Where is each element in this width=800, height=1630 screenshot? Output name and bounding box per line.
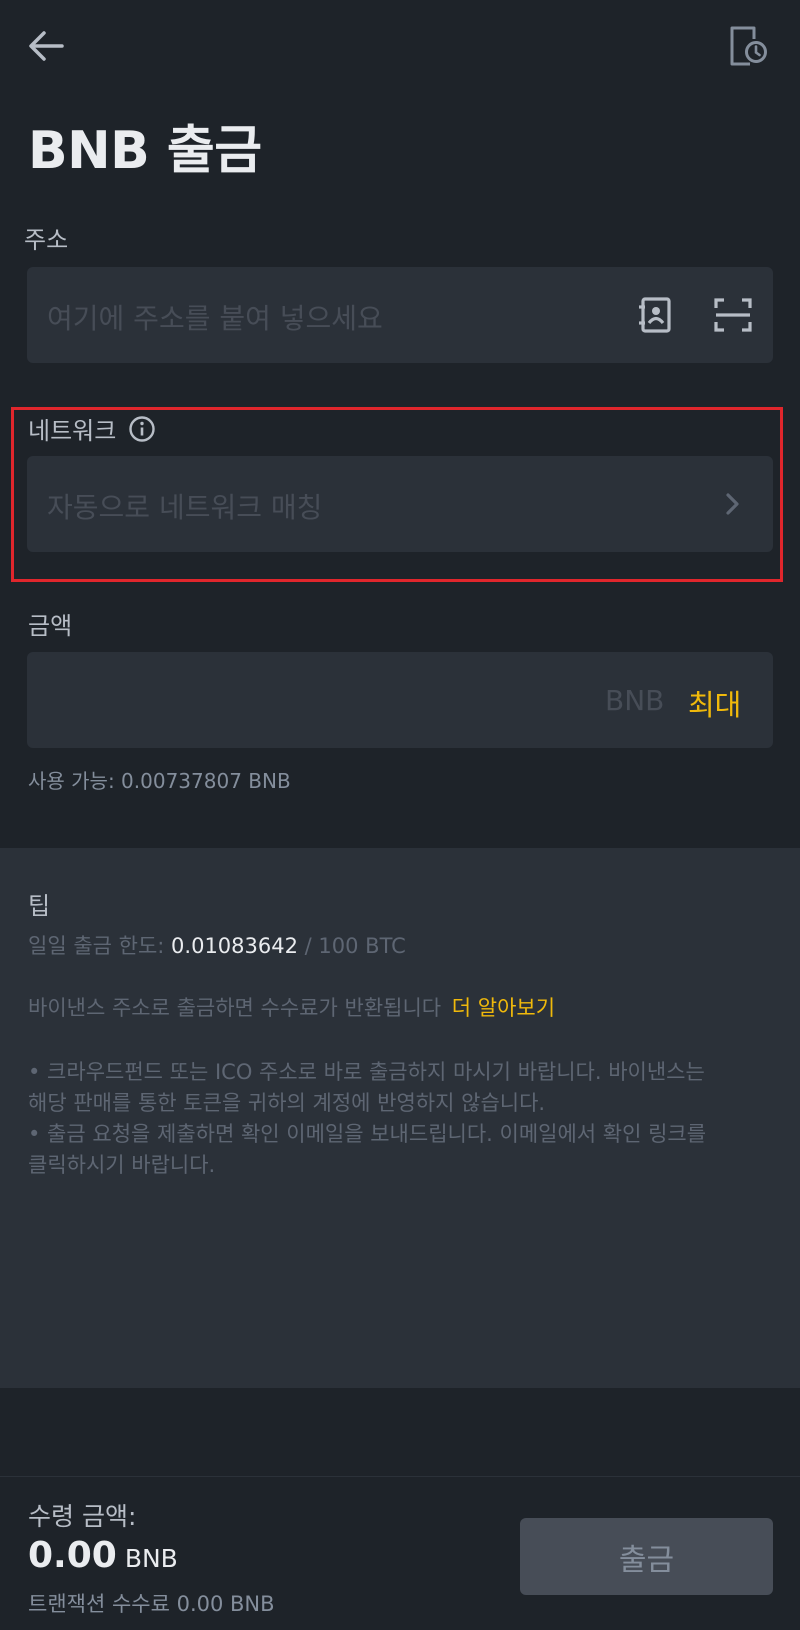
withdraw-button[interactable]: 출금 (520, 1518, 773, 1595)
info-icon (129, 415, 156, 442)
network-info-button[interactable] (128, 415, 156, 443)
available-balance: 사용 가능: 0.00737807 BNB (28, 769, 291, 793)
tip-bullet-1-line-1: • 크라우드펀드 또는 ICO 주소로 바로 출금하지 마시기 바랍니다. 바이… (28, 1060, 705, 1084)
amount-currency: BNB (605, 684, 665, 717)
chevron-right-icon (726, 493, 739, 515)
arrow-left-icon (29, 31, 64, 61)
receive-amount-value: 0.00 (28, 1535, 117, 1576)
receive-amount-currency: BNB (124, 1544, 178, 1573)
tips-panel: 팁 일일 출금 한도: 0.01083642 / 100 BTC 바이낸스 주소… (0, 848, 800, 1388)
scan-qr-button[interactable] (711, 293, 755, 337)
max-button[interactable]: 최대 (688, 682, 741, 724)
tip-bullet-1-line-2: 해당 판매를 통한 토큰을 귀하의 계정에 반영하지 않습니다. (28, 1091, 546, 1115)
amount-input[interactable]: BNB 최대 (27, 652, 773, 748)
network-label: 네트워크 (28, 417, 117, 445)
daily-limit-prefix: 일일 출금 한도: (28, 934, 165, 958)
daily-limit-suffix: / 100 BTC (304, 934, 406, 958)
network-select[interactable]: 자동으로 네트워크 매칭 (27, 456, 773, 552)
scan-icon (714, 298, 752, 332)
address-input[interactable]: 여기에 주소를 붙여 넣으세요 (27, 267, 773, 363)
refund-note: 바이낸스 주소로 출금하면 수수료가 반환됩니다 더 알아보기 (28, 993, 555, 1024)
back-button[interactable] (24, 24, 68, 68)
tips-title: 팁 (28, 892, 51, 920)
address-book-button[interactable] (633, 293, 677, 337)
transaction-fee: 트랜잭션 수수료 0.00 BNB (28, 1592, 275, 1616)
tip-bullet-2: • 출금 요청을 제출하면 확인 이메일을 보내드립니다. 이메일에서 확인 링… (28, 1119, 788, 1181)
network-placeholder: 자동으로 네트워크 매칭 (47, 491, 323, 524)
daily-limit-value: 0.01083642 (171, 934, 298, 958)
receive-amount: 0.00 BNB (28, 1535, 178, 1576)
receive-amount-label: 수령 금액: (28, 1502, 137, 1531)
address-placeholder: 여기에 주소를 붙여 넣으세요 (47, 302, 383, 335)
document-clock-icon (730, 26, 767, 66)
refund-text: 바이낸스 주소로 출금하면 수수료가 반환됩니다 (28, 996, 442, 1020)
daily-limit: 일일 출금 한도: 0.01083642 / 100 BTC (28, 931, 406, 962)
tip-bullet-1: • 크라우드펀드 또는 ICO 주소로 바로 출금하지 마시기 바랍니다. 바이… (28, 1057, 788, 1119)
address-label: 주소 (24, 226, 69, 254)
address-book-icon (639, 297, 671, 333)
withdraw-history-button[interactable] (724, 22, 772, 70)
amount-label: 금액 (28, 612, 73, 640)
footer-divider (0, 1476, 800, 1477)
page-title: BNB 출금 (28, 121, 262, 181)
network-label-row: 네트워크 (28, 411, 156, 446)
learn-more-link[interactable]: 더 알아보기 (452, 996, 555, 1020)
tip-bullet-2-line-2: 클릭하시기 바랍니다. (28, 1153, 216, 1177)
tip-bullet-2-line-1: • 출금 요청을 제출하면 확인 이메일을 보내드립니다. 이메일에서 확인 링… (28, 1122, 707, 1146)
